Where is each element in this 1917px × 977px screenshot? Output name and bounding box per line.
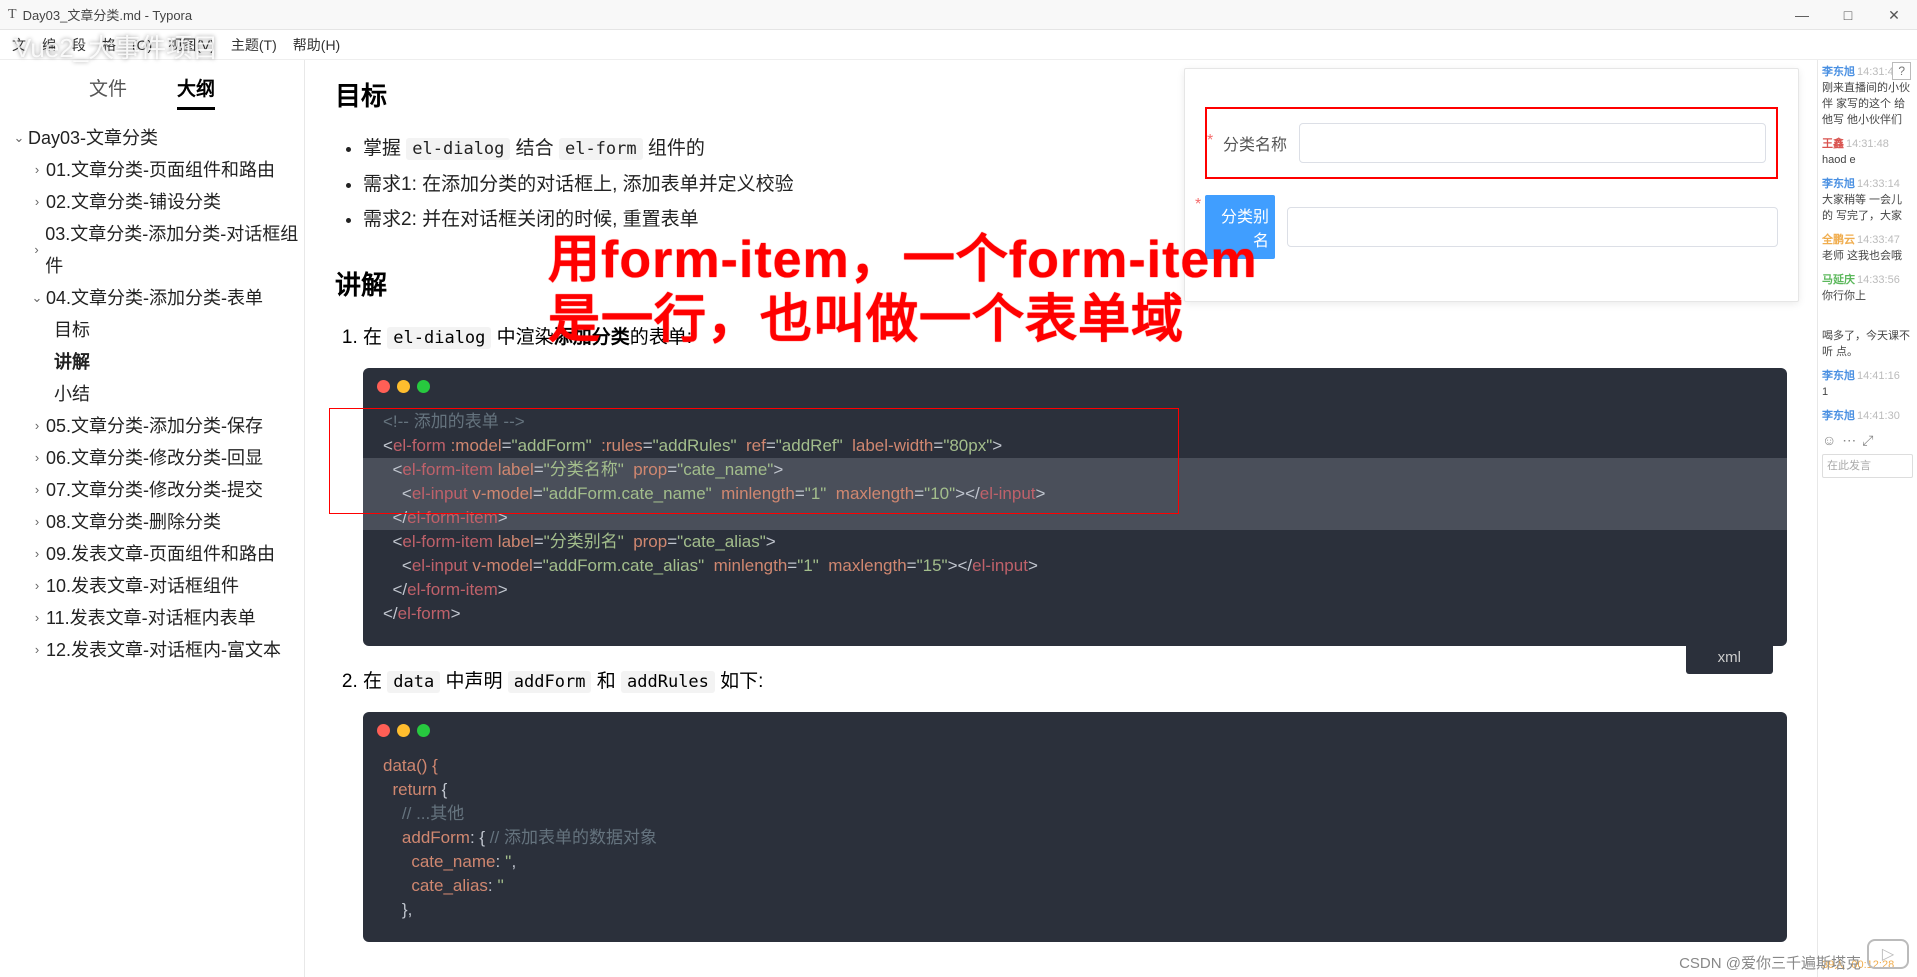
- outline-item[interactable]: ›01.文章分类-页面组件和路由: [10, 154, 304, 186]
- outline-sub-active[interactable]: 讲解: [10, 346, 304, 378]
- editor-content[interactable]: 目标 掌握 el-dialog 结合 el-form 组件的 需求1: 在添加分…: [305, 60, 1817, 977]
- minimize-button[interactable]: —: [1779, 0, 1825, 30]
- outline-item[interactable]: ›07.文章分类-修改分类-提交: [10, 474, 304, 506]
- chevron-right-icon: ›: [28, 234, 45, 266]
- sidebar-tabs: 文件 大纲: [0, 64, 304, 116]
- menu-edit[interactable]: 编: [38, 33, 60, 57]
- typora-logo: T: [8, 7, 17, 23]
- tab-file[interactable]: 文件: [89, 74, 127, 110]
- chat-user: 王鑫: [1822, 138, 1844, 150]
- chevron-right-icon: ›: [28, 474, 46, 506]
- menu-para[interactable]: 段: [68, 33, 90, 57]
- play-icon[interactable]: ▷: [1867, 939, 1909, 969]
- chevron-right-icon: ›: [28, 154, 46, 186]
- outline-item[interactable]: ›08.文章分类-删除分类: [10, 506, 304, 538]
- outline-item[interactable]: ›03.文章分类-添加分类-对话框组件: [10, 218, 304, 282]
- chevron-right-icon: ›: [28, 634, 46, 666]
- chat-user: 李东旭: [1822, 178, 1855, 190]
- chat-user: 李东旭: [1822, 370, 1855, 382]
- code-lines: <!-- 添加的表单 --> <el-form :model="addForm"…: [363, 382, 1787, 634]
- maximize-button[interactable]: □: [1825, 0, 1871, 30]
- chat-icon[interactable]: ⋯: [1842, 432, 1856, 448]
- outline-item[interactable]: ›12.发表文章-对话框内-富文本: [10, 634, 304, 666]
- titlebar: T Day03_文章分类.md - Typora — □ ✕: [0, 0, 1917, 30]
- chat-user: 李东旭: [1822, 66, 1855, 78]
- outline-item[interactable]: ›05.文章分类-添加分类-保存: [10, 410, 304, 442]
- close-button[interactable]: ✕: [1871, 0, 1917, 30]
- outline-item[interactable]: ›02.文章分类-铺设分类: [10, 186, 304, 218]
- outline-item[interactable]: ›11.发表文章-对话框内表单: [10, 602, 304, 634]
- chevron-right-icon: ›: [28, 186, 46, 218]
- outline-item[interactable]: ›10.发表文章-对话框组件: [10, 570, 304, 602]
- menu-theme[interactable]: 主题(T): [227, 33, 281, 57]
- sidebar: 文件 大纲 ⌄Day03-文章分类 ›01.文章分类-页面组件和路由 ›02.文…: [0, 60, 305, 977]
- chevron-right-icon: ›: [28, 538, 46, 570]
- menubar: 文 编 段 格 (O) 视图(V) 主题(T) 帮助(H): [0, 30, 1917, 60]
- code-lines: data() { return { // ...其他 addForm: { //…: [363, 726, 1787, 930]
- menu-view[interactable]: 视图(V): [164, 33, 219, 57]
- outline: ⌄Day03-文章分类 ›01.文章分类-页面组件和路由 ›02.文章分类-铺设…: [0, 116, 304, 666]
- form-preview-panel: 分类名称 分类别名: [1184, 68, 1799, 302]
- outline-sub[interactable]: 小结: [10, 378, 304, 410]
- outline-item[interactable]: ⌄04.文章分类-添加分类-表单: [10, 282, 304, 314]
- chevron-down-icon: ⌄: [28, 282, 46, 314]
- csdn-credit: CSDN @爱你三千遍斯塔克: [1679, 952, 1861, 973]
- code-block-1: <!-- 添加的表单 --> <el-form :model="addForm"…: [363, 368, 1787, 646]
- chat-user: 马延庆: [1822, 274, 1855, 286]
- outline-sub[interactable]: 目标: [10, 314, 304, 346]
- form-input-name[interactable]: [1299, 123, 1766, 163]
- outline-item[interactable]: ›06.文章分类-修改分类-回显: [10, 442, 304, 474]
- outline-item[interactable]: ›09.发表文章-页面组件和路由: [10, 538, 304, 570]
- menu-file[interactable]: 文: [8, 33, 30, 57]
- menu-o-suffix: (O): [128, 35, 156, 55]
- menu-format[interactable]: 格: [98, 33, 120, 57]
- chevron-right-icon: ›: [28, 410, 46, 442]
- chevron-right-icon: ›: [28, 570, 46, 602]
- emoji-icon[interactable]: ☺: [1822, 432, 1836, 448]
- chat-user: 全鹏云: [1822, 234, 1855, 246]
- step1: 在 el-dialog 中渲染添加分类的表单: <!-- 添加的表单 --> <…: [363, 320, 1787, 646]
- chevron-right-icon: ›: [28, 602, 46, 634]
- expand-icon[interactable]: ⤢: [1862, 432, 1873, 448]
- code-block-2: data() { return { // ...其他 addForm: { //…: [363, 712, 1787, 942]
- outline-root[interactable]: ⌄Day03-文章分类: [10, 122, 304, 154]
- chevron-right-icon: ›: [28, 506, 46, 538]
- chevron-right-icon: ›: [28, 442, 46, 474]
- step2: 在 data 中声明 addForm 和 addRules 如下: data()…: [363, 664, 1787, 942]
- chevron-down-icon: ⌄: [10, 122, 28, 154]
- chat-user: 李东旭: [1822, 410, 1855, 422]
- lang-badge: xml: [1686, 642, 1773, 674]
- chat-input[interactable]: 在此发言: [1822, 454, 1913, 478]
- menu-help[interactable]: 帮助(H): [289, 33, 344, 57]
- window-title: Day03_文章分类.md - Typora: [23, 5, 193, 24]
- chat-tool-icons: ☺ ⋯ ⤢: [1822, 432, 1913, 448]
- form-input-alias[interactable]: [1287, 207, 1778, 247]
- form-label-name: 分类名称: [1217, 131, 1287, 155]
- tab-outline[interactable]: 大纲: [177, 74, 215, 110]
- chat-panel: ? 李东旭14:31:41刚来直播间的小伙伴 家写的这个 给他写 他小伙伴们王鑫…: [1817, 60, 1917, 977]
- help-icon[interactable]: ?: [1892, 62, 1911, 80]
- form-label-alias: 分类别名: [1205, 195, 1275, 259]
